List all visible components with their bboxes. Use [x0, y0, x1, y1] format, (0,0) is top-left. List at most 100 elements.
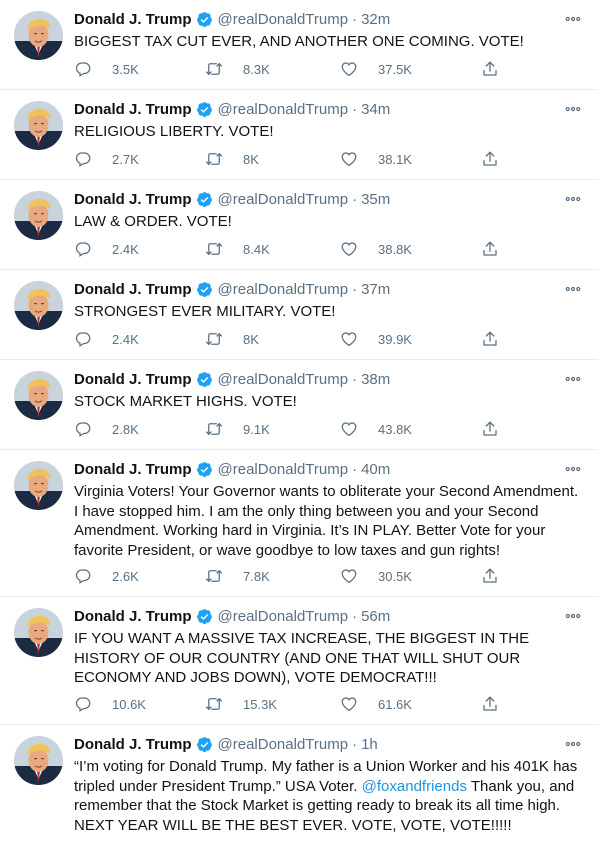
author-handle[interactable]: @realDonaldTrump: [218, 736, 349, 753]
retweet-button[interactable]: 8K: [205, 330, 259, 348]
avatar[interactable]: [14, 371, 63, 420]
avatar[interactable]: [14, 191, 63, 240]
author-name[interactable]: Donald J. Trump: [74, 191, 192, 208]
like-button[interactable]: 38.1K: [340, 150, 412, 168]
reply-button[interactable]: 2.4K: [74, 330, 139, 348]
retweet-icon: [205, 695, 233, 713]
avatar[interactable]: [14, 101, 63, 150]
author-name[interactable]: Donald J. Trump: [74, 281, 192, 298]
tweet-time[interactable]: 35m: [361, 191, 390, 208]
author-handle[interactable]: @realDonaldTrump: [218, 101, 349, 118]
avatar[interactable]: [14, 608, 63, 657]
tweet[interactable]: Donald J. Trump @realDonaldTrump · 32m B…: [0, 0, 598, 90]
retweet-count: 9.1K: [243, 421, 270, 437]
like-button[interactable]: 38.8K: [340, 240, 412, 258]
tweet[interactable]: Donald J. Trump @realDonaldTrump · 38m S…: [0, 360, 598, 450]
author-handle[interactable]: @realDonaldTrump: [218, 281, 349, 298]
more-options-icon[interactable]: [564, 100, 582, 118]
reply-button[interactable]: 2.4K: [74, 240, 139, 258]
tweet-text: STOCK MARKET HIGHS. VOTE!: [74, 393, 297, 410]
tweet-time[interactable]: 38m: [361, 371, 390, 388]
reply-button[interactable]: 2.8K: [74, 420, 139, 438]
separator: ·: [352, 280, 358, 298]
share-button[interactable]: [481, 60, 519, 78]
verified-badge-icon: [196, 281, 213, 298]
author-name[interactable]: Donald J. Trump: [74, 736, 192, 753]
more-options-icon[interactable]: [564, 735, 582, 753]
avatar[interactable]: [14, 11, 63, 60]
tweet[interactable]: Donald J. Trump @realDonaldTrump · 37m S…: [0, 270, 598, 360]
like-button[interactable]: 30.5K: [340, 567, 412, 585]
like-button[interactable]: 61.6K: [340, 695, 412, 713]
author-handle[interactable]: @realDonaldTrump: [218, 191, 349, 208]
more-options-icon[interactable]: [564, 460, 582, 478]
share-button[interactable]: [481, 330, 519, 348]
more-options-icon[interactable]: [564, 10, 582, 28]
share-button[interactable]: [481, 567, 519, 585]
author-handle[interactable]: @realDonaldTrump: [218, 11, 349, 28]
retweet-button[interactable]: 9.1K: [205, 420, 270, 438]
retweet-button[interactable]: 7.8K: [205, 567, 270, 585]
tweet-text: LAW & ORDER. VOTE!: [74, 213, 232, 230]
share-icon: [481, 420, 509, 438]
heart-icon: [340, 330, 368, 348]
retweet-button[interactable]: 8.3K: [205, 60, 270, 78]
separator: ·: [352, 460, 358, 478]
avatar[interactable]: [14, 736, 63, 785]
like-button[interactable]: 39.9K: [340, 330, 412, 348]
avatar[interactable]: [14, 461, 63, 510]
retweet-button[interactable]: 8.4K: [205, 240, 270, 258]
share-icon: [481, 240, 509, 258]
tweet-actions: 2.6K 7.8K 30.5K: [74, 567, 514, 587]
like-button[interactable]: 43.8K: [340, 420, 412, 438]
author-name[interactable]: Donald J. Trump: [74, 11, 192, 28]
share-icon: [481, 567, 509, 585]
more-options-icon[interactable]: [564, 607, 582, 625]
reply-button[interactable]: 10.6K: [74, 695, 146, 713]
reply-count: 10.6K: [112, 696, 146, 712]
tweet-time[interactable]: 34m: [361, 101, 390, 118]
author-handle[interactable]: @realDonaldTrump: [218, 608, 349, 625]
retweet-button[interactable]: 15.3K: [205, 695, 277, 713]
more-options-icon[interactable]: [564, 280, 582, 298]
author-name[interactable]: Donald J. Trump: [74, 371, 192, 388]
tweet[interactable]: Donald J. Trump @realDonaldTrump · 1h “I…: [0, 725, 598, 846]
reply-button[interactable]: 2.7K: [74, 150, 139, 168]
tweet-time[interactable]: 40m: [361, 461, 390, 478]
tweet-time[interactable]: 56m: [361, 608, 390, 625]
tweet[interactable]: Donald J. Trump @realDonaldTrump · 35m L…: [0, 180, 598, 270]
like-count: 43.8K: [378, 421, 412, 437]
author-handle[interactable]: @realDonaldTrump: [218, 461, 349, 478]
author-handle[interactable]: @realDonaldTrump: [218, 371, 349, 388]
share-button[interactable]: [481, 695, 519, 713]
tweet[interactable]: Donald J. Trump @realDonaldTrump · 56m I…: [0, 597, 598, 725]
retweet-count: 7.8K: [243, 568, 270, 584]
author-name[interactable]: Donald J. Trump: [74, 608, 192, 625]
author-name[interactable]: Donald J. Trump: [74, 461, 192, 478]
tweet-time[interactable]: 37m: [361, 281, 390, 298]
retweet-button[interactable]: 8K: [205, 150, 259, 168]
share-icon: [481, 330, 509, 348]
retweet-icon: [205, 330, 233, 348]
more-options-icon[interactable]: [564, 370, 582, 388]
reply-button[interactable]: 2.6K: [74, 567, 139, 585]
tweet-time[interactable]: 32m: [361, 11, 390, 28]
like-button[interactable]: 37.5K: [340, 60, 412, 78]
tweet[interactable]: Donald J. Trump @realDonaldTrump · 34m R…: [0, 90, 598, 180]
avatar[interactable]: [14, 281, 63, 330]
share-button[interactable]: [481, 420, 519, 438]
share-button[interactable]: [481, 240, 519, 258]
tweet[interactable]: Donald J. Trump @realDonaldTrump · 40m V…: [0, 450, 598, 597]
mention-link[interactable]: @foxandfriends: [362, 778, 467, 795]
share-button[interactable]: [481, 150, 519, 168]
reply-button[interactable]: 3.5K: [74, 60, 139, 78]
tweet-time[interactable]: 1h: [361, 736, 378, 753]
more-options-icon[interactable]: [564, 190, 582, 208]
heart-icon: [340, 240, 368, 258]
share-icon: [481, 150, 509, 168]
reply-icon: [74, 60, 102, 78]
separator: ·: [352, 100, 358, 118]
author-name[interactable]: Donald J. Trump: [74, 101, 192, 118]
heart-icon: [340, 150, 368, 168]
like-count: 38.8K: [378, 241, 412, 257]
